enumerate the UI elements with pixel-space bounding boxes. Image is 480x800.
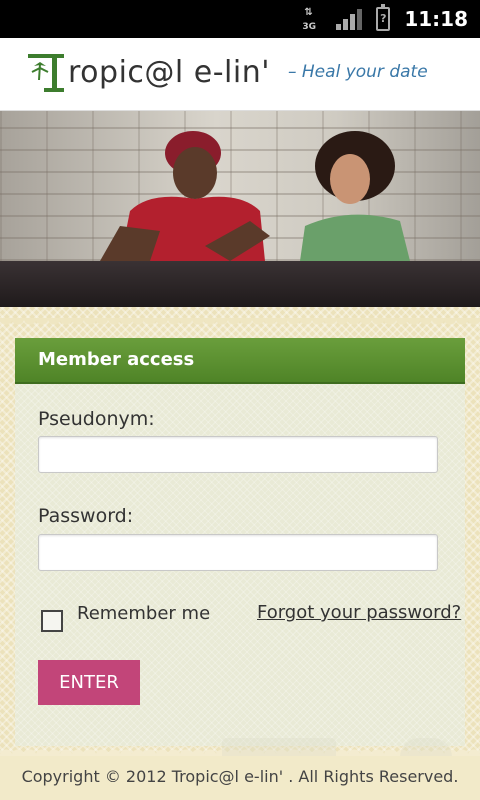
status-bar: ⇅ 3G ? 11:18 [0,0,480,38]
site-header: ropic@l e-lin' – Heal your date [0,38,480,111]
remember-me-label[interactable]: Remember me [77,603,210,624]
hero-photo [0,111,480,261]
panel-title: Member access [38,349,195,370]
hero-bar [0,261,480,307]
forgot-password-link[interactable]: Forgot your password? [257,602,461,623]
remember-me-checkbox[interactable] [41,610,63,632]
password-input[interactable] [38,534,438,571]
pseudonym-label: Pseudonym: [38,408,155,430]
tagline: – Heal your date [288,62,428,82]
signal-icon [336,8,363,30]
footer: Copyright © 2012 Tropic@l e-lin' . All R… [0,756,480,800]
copyright-text: Copyright © 2012 Tropic@l e-lin' . All R… [21,767,459,786]
logo-text: ropic@l e-lin' [68,54,270,90]
member-access-panel: Member access Pseudonym: Password: Remem… [15,338,465,746]
network-label: 3G [302,22,316,32]
zigzag-divider-top [0,318,480,338]
pseudonym-input[interactable] [38,436,438,473]
data-transfer-icon: ⇅ 3G [302,7,316,32]
password-label: Password: [38,505,134,527]
logo[interactable]: ropic@l e-lin' [26,50,270,94]
palm-tree-logo-icon [26,50,66,94]
enter-button[interactable]: ENTER [38,660,140,705]
battery-unknown-icon: ? [376,4,391,31]
hero-banner [0,111,480,307]
clock: 11:18 [404,7,468,31]
panel-header: Member access [15,338,465,384]
status-icons: ⇅ 3G ? 11:18 [300,0,468,38]
